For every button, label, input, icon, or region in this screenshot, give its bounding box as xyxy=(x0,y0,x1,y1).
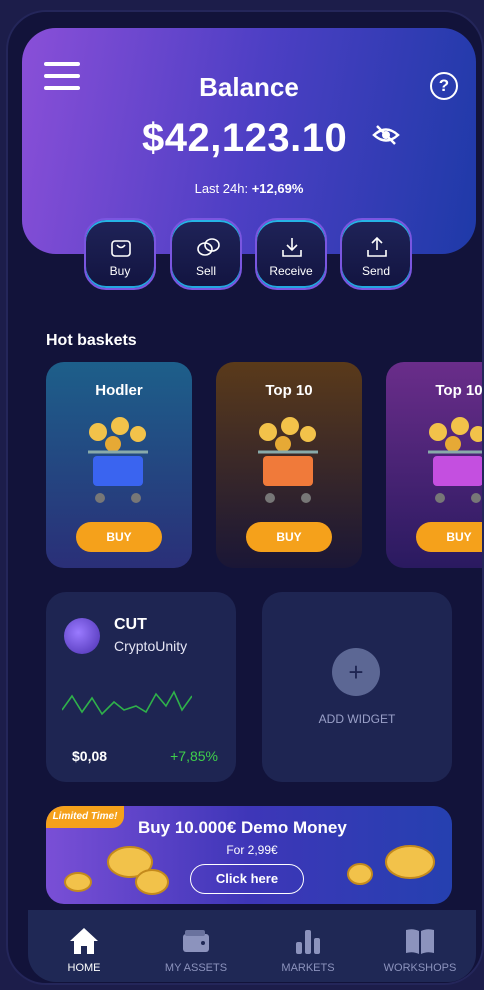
nav-label: MARKETS xyxy=(281,962,335,974)
coin-logo-icon xyxy=(64,618,100,654)
book-icon xyxy=(406,929,434,954)
coin-name: CryptoUnity xyxy=(114,638,188,654)
nav-home[interactable]: HOME xyxy=(28,910,140,982)
buy-label: Buy xyxy=(109,264,131,278)
add-widget-label: ADD WIDGET xyxy=(318,712,396,726)
nav-markets[interactable]: MARKETS xyxy=(252,910,364,982)
wallet-icon xyxy=(183,930,209,952)
basket-buy-button[interactable]: BUY xyxy=(76,522,162,552)
download-icon xyxy=(282,238,302,257)
hide-balance-icon[interactable] xyxy=(372,124,400,146)
cart-icon xyxy=(88,417,148,503)
hot-baskets-title: Hot baskets xyxy=(46,332,137,349)
nav-my-assets[interactable]: MY ASSETS xyxy=(140,910,252,982)
coins-decoration-left xyxy=(64,846,169,895)
quick-actions: Buy Sell Receive Send xyxy=(84,218,414,292)
basket-name: Hodler xyxy=(95,382,143,399)
coins-icon xyxy=(197,238,220,256)
basket-buy-button[interactable]: BUY xyxy=(246,522,332,552)
sparkline xyxy=(62,690,192,716)
cart-icon xyxy=(258,417,318,503)
limited-time-tag: Limited Time! xyxy=(46,806,124,828)
basket-card-top10-2[interactable]: Top 10 BUY xyxy=(386,362,483,568)
add-widget-card[interactable]: + ADD WIDGET xyxy=(262,592,452,782)
bar-chart-icon xyxy=(296,930,320,954)
bag-icon xyxy=(111,240,131,257)
balance-amount: $42,123.10 xyxy=(142,116,348,160)
coin-price: $0,08 xyxy=(72,748,108,764)
coin-ticker: CUT xyxy=(114,616,147,633)
sell-button[interactable]: Sell xyxy=(170,218,242,290)
change-value: +12,69% xyxy=(251,181,304,196)
balance-change: Last 24h: +12,69% xyxy=(22,181,476,196)
basket-card-top10[interactable]: Top 10 BUY xyxy=(216,362,362,568)
nav-workshops[interactable]: WORKSHOPS xyxy=(364,910,476,982)
basket-name: Top 10 xyxy=(265,382,313,399)
promo-banner[interactable]: Limited Time! Buy 10.000€ Demo Money For… xyxy=(46,806,452,904)
add-widget-button[interactable]: + xyxy=(332,648,380,696)
home-icon xyxy=(70,928,98,954)
coin-widget[interactable]: CUT CryptoUnity $0,08 +7,85% xyxy=(46,592,236,782)
sell-label: Sell xyxy=(195,264,216,278)
nav-label: WORKSHOPS xyxy=(383,962,457,974)
upload-icon xyxy=(367,236,387,257)
bottom-nav: HOME MY ASSETS MARKETS WORKSHOPS xyxy=(28,910,476,982)
balance-title: Balance xyxy=(199,72,299,102)
basket-buy-button[interactable]: BUY xyxy=(416,522,482,552)
promo-title: Buy 10.000€ Demo Money xyxy=(138,818,347,837)
promo-click-button[interactable]: Click here xyxy=(190,864,304,894)
receive-label: Receive xyxy=(269,264,313,278)
cart-icon xyxy=(428,417,482,503)
app-screen: ? Balance $42,123.10 Last 24h: +12,69% B… xyxy=(6,10,484,985)
buy-button[interactable]: Buy xyxy=(84,218,156,290)
send-label: Send xyxy=(361,264,391,278)
basket-card-hodler[interactable]: Hodler BUY xyxy=(46,362,192,568)
receive-button[interactable]: Receive xyxy=(255,218,327,290)
nav-label: MY ASSETS xyxy=(164,962,228,974)
coins-decoration-right xyxy=(347,845,435,885)
change-label: Last 24h: xyxy=(194,181,249,196)
coin-change: +7,85% xyxy=(170,748,218,764)
send-button[interactable]: Send xyxy=(340,218,412,290)
basket-name: Top 10 xyxy=(435,382,483,399)
nav-label: HOME xyxy=(67,962,101,974)
